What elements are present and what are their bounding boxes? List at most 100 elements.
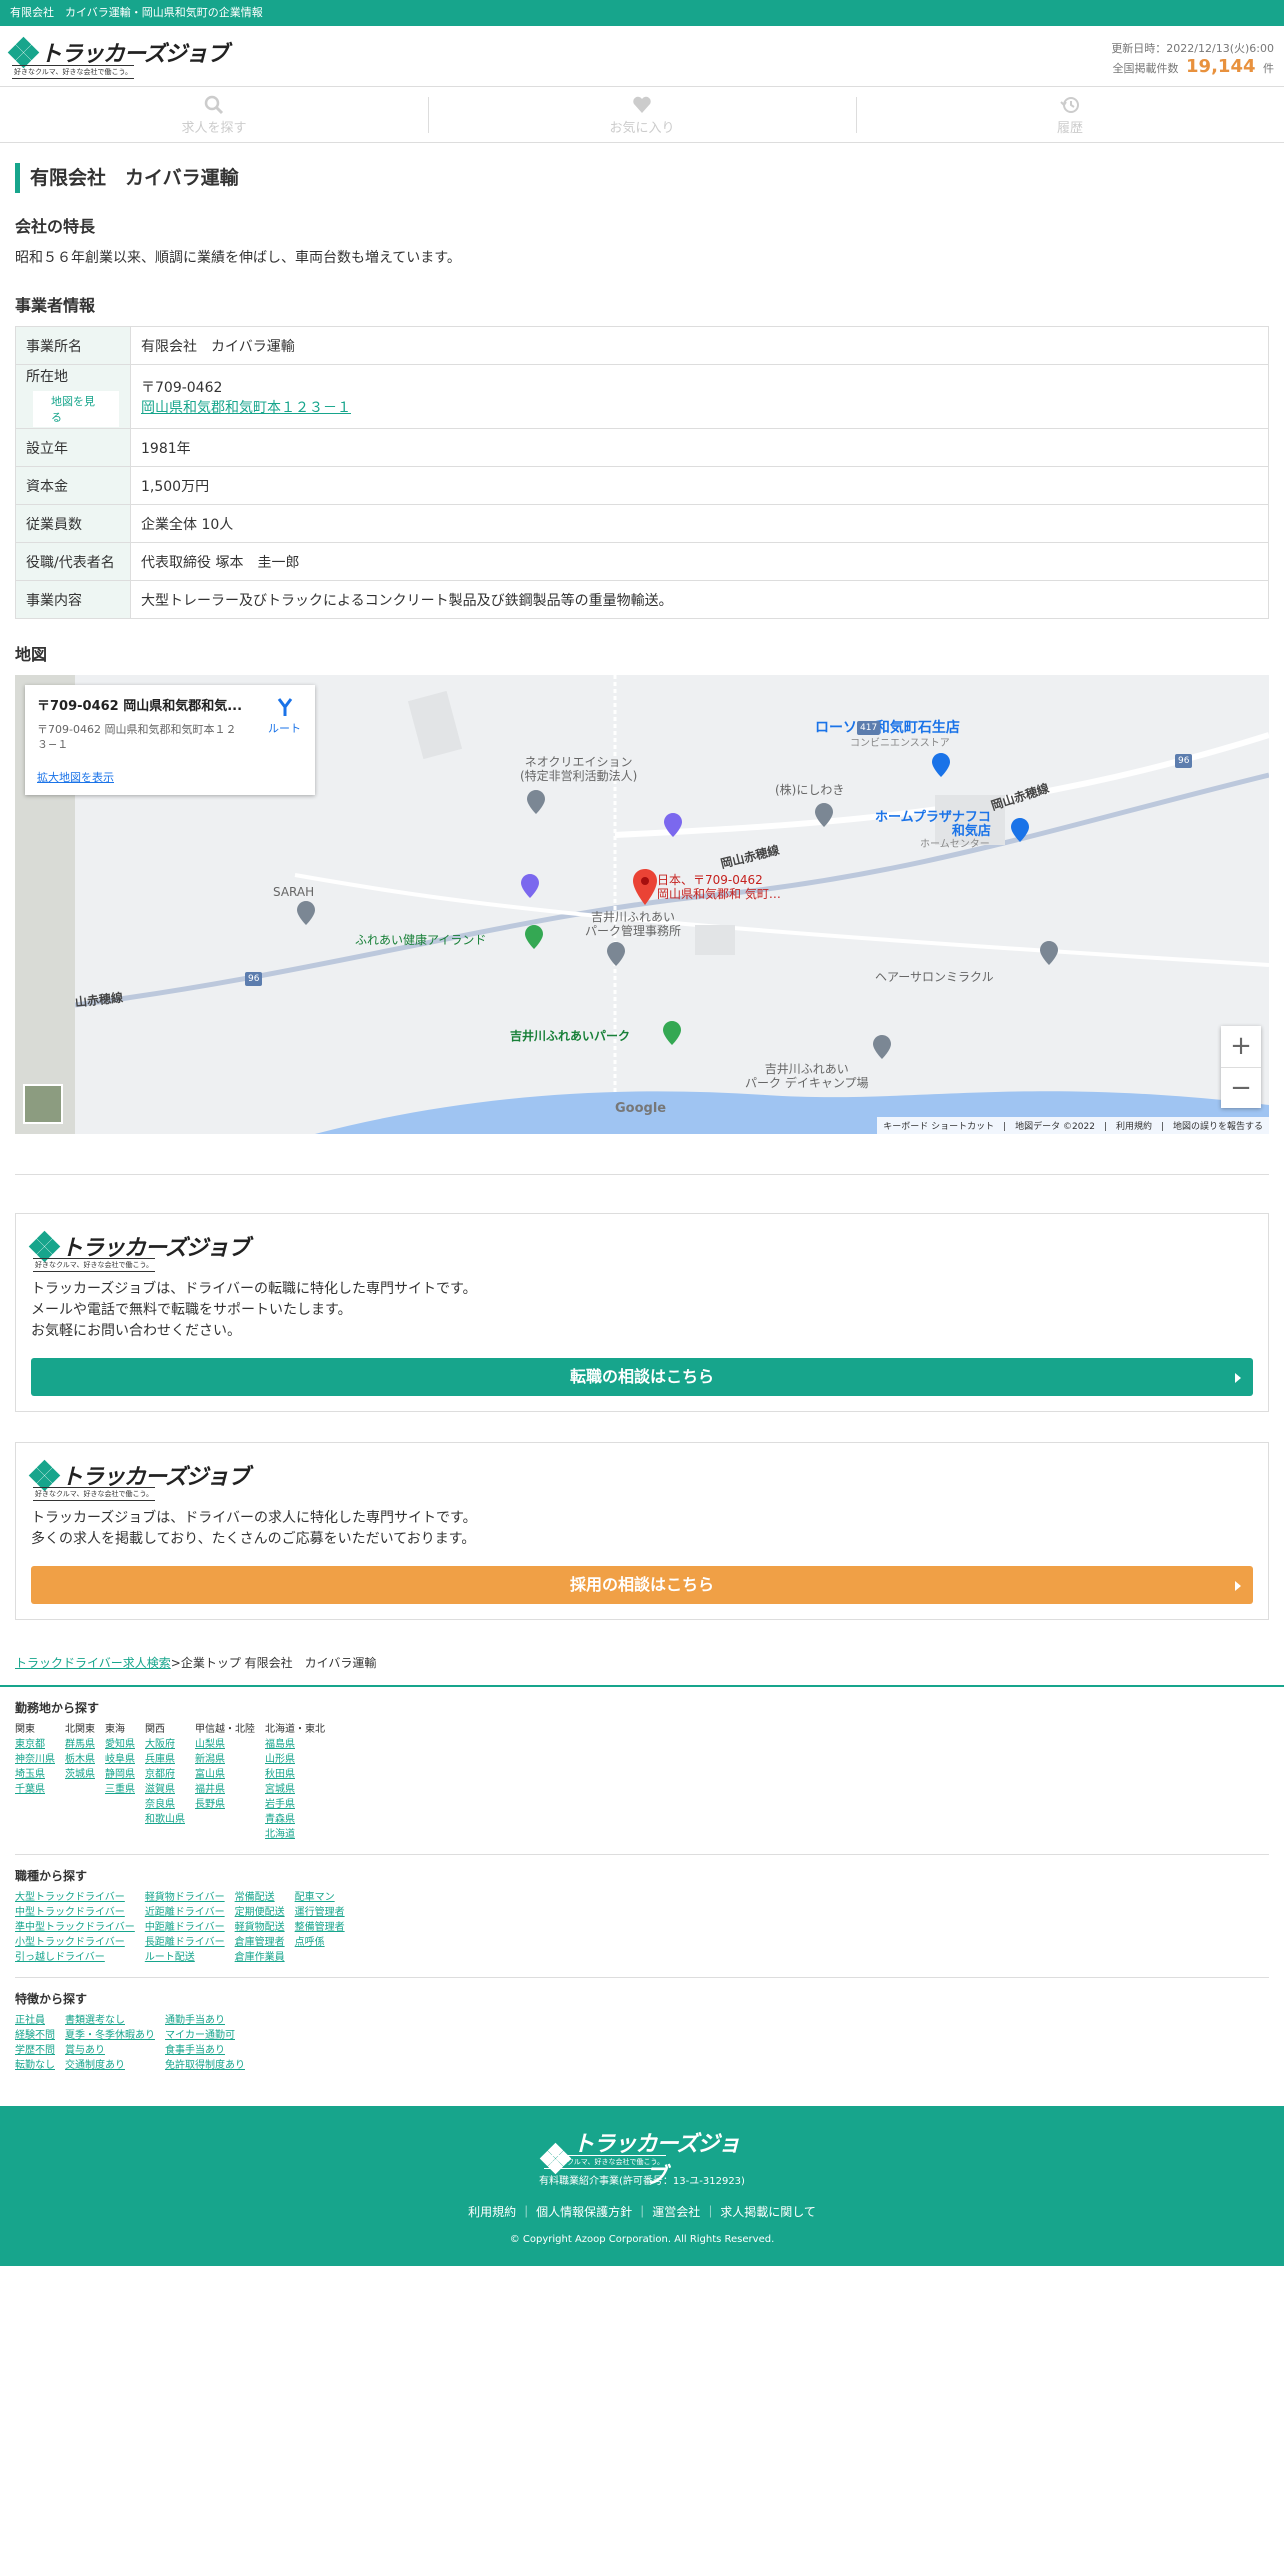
- sitemap-link[interactable]: 大阪府: [145, 1737, 185, 1752]
- zoom-out-button[interactable]: −: [1221, 1067, 1261, 1108]
- map-pin-label[interactable]: 日本、〒709-0462 岡山県和気郡和 気町…: [657, 873, 781, 901]
- sitemap-link[interactable]: 賞与あり: [65, 2043, 155, 2058]
- map-label-salon[interactable]: ヘアーサロンミラクル: [875, 970, 994, 984]
- sitemap-link[interactable]: 栃木県: [65, 1752, 95, 1767]
- sitemap-link[interactable]: 大型トラックドライバー: [15, 1890, 135, 1905]
- sitemap-link[interactable]: 中型トラックドライバー: [15, 1905, 135, 1920]
- sitemap-link[interactable]: 倉庫管理者: [235, 1935, 285, 1950]
- nav-search[interactable]: 求人を探す: [0, 87, 428, 142]
- place-marker-icon[interactable]: [527, 790, 545, 814]
- zoom-in-button[interactable]: +: [1221, 1026, 1261, 1067]
- sitemap-link[interactable]: 富山県: [195, 1767, 255, 1782]
- sitemap-link[interactable]: 中距離ドライバー: [145, 1920, 225, 1935]
- sitemap-link[interactable]: 福井県: [195, 1782, 255, 1797]
- nav-history[interactable]: 履歴: [856, 87, 1284, 142]
- nav-favorites[interactable]: お気に入り: [428, 87, 856, 142]
- map-label-nishiwaki[interactable]: (株)にしわき: [775, 783, 844, 797]
- map-label-fureai-island[interactable]: ふれあい健康アイランド: [355, 933, 486, 947]
- career-consult-button[interactable]: 転職の相談はこちら: [31, 1358, 1253, 1396]
- sitemap-link[interactable]: 茨城県: [65, 1767, 95, 1782]
- place-marker-icon[interactable]: [815, 803, 833, 827]
- footer-link-privacy[interactable]: 個人情報保護方針: [516, 2205, 632, 2219]
- map-label-fureai-mgmt[interactable]: 吉井川ふれあい パーク管理事務所: [585, 910, 681, 938]
- sitemap-link[interactable]: 山形県: [265, 1752, 325, 1767]
- site-logo[interactable]: トラッカーズジョブ 好きなクルマ、好きな会社で働こう。: [7, 36, 229, 79]
- sitemap-link[interactable]: 青森県: [265, 1812, 325, 1827]
- sitemap-link[interactable]: 正社員: [15, 2013, 55, 2028]
- place-marker-icon[interactable]: [1040, 941, 1058, 965]
- sitemap-link[interactable]: 交通制度あり: [65, 2058, 155, 2073]
- sitemap-link[interactable]: ルート配送: [145, 1950, 225, 1965]
- sitemap-link[interactable]: 経験不問: [15, 2028, 55, 2043]
- sitemap-link[interactable]: 北海道: [265, 1827, 325, 1842]
- sitemap-link[interactable]: 兵庫県: [145, 1752, 185, 1767]
- sitemap-link[interactable]: 点呼係: [295, 1935, 345, 1950]
- route-button[interactable]: ルート: [268, 697, 301, 736]
- sitemap-link[interactable]: 長野県: [195, 1797, 255, 1812]
- sitemap-link[interactable]: 転勤なし: [15, 2058, 55, 2073]
- sitemap-link[interactable]: 常備配送: [235, 1890, 285, 1905]
- sitemap-link[interactable]: 食事手当あり: [165, 2043, 245, 2058]
- sitemap-link[interactable]: 小型トラックドライバー: [15, 1935, 135, 1950]
- sitemap-link[interactable]: 愛知県: [105, 1737, 135, 1752]
- sitemap-link[interactable]: 引っ越しドライバー: [15, 1950, 135, 1965]
- sitemap-link[interactable]: 運行管理者: [295, 1905, 345, 1920]
- sitemap-link[interactable]: 長距離ドライバー: [145, 1935, 225, 1950]
- sitemap-link[interactable]: 神奈川県: [15, 1752, 55, 1767]
- sitemap-link[interactable]: 夏季・冬季休暇あり: [65, 2028, 155, 2043]
- sitemap-link[interactable]: 群馬県: [65, 1737, 95, 1752]
- sitemap-link[interactable]: 千葉県: [15, 1782, 55, 1797]
- place-marker-icon[interactable]: [873, 1035, 891, 1059]
- map-label-sarah[interactable]: SARAH: [273, 885, 314, 899]
- map-attribution[interactable]: キーボード ショートカット | 地図データ ©2022 | 利用規約 | 地図の…: [877, 1117, 1269, 1134]
- map-label-lawson[interactable]: ローソン 和気町石生店: [815, 721, 960, 735]
- sitemap-link[interactable]: 埼玉県: [15, 1767, 55, 1782]
- sitemap-link[interactable]: 京都府: [145, 1767, 185, 1782]
- sitemap-link[interactable]: 静岡県: [105, 1767, 135, 1782]
- sitemap-link[interactable]: 岐阜県: [105, 1752, 135, 1767]
- footer-link-terms[interactable]: 利用規約: [468, 2205, 516, 2219]
- sitemap-link[interactable]: 奈良県: [145, 1797, 185, 1812]
- sitemap-link[interactable]: 倉庫作業員: [235, 1950, 285, 1965]
- park-marker-icon[interactable]: [525, 925, 543, 949]
- place-marker-icon[interactable]: [297, 901, 315, 925]
- view-map-button[interactable]: 地図を見る: [32, 389, 120, 428]
- breadcrumb-home-link[interactable]: トラックドライバー求人検索: [15, 1656, 171, 1670]
- footer-link-company[interactable]: 運営会社: [632, 2205, 700, 2219]
- sitemap-link[interactable]: 秋田県: [265, 1767, 325, 1782]
- sitemap-link[interactable]: 軽貨物配送: [235, 1920, 285, 1935]
- park-marker-icon[interactable]: [663, 1021, 681, 1045]
- map-label-park[interactable]: 吉井川ふれあいパーク: [510, 1029, 630, 1043]
- footer-link-listing[interactable]: 求人掲載に関して: [700, 2205, 816, 2219]
- map-label-neo[interactable]: ネオクリエイション (特定非営利活動法人): [520, 755, 637, 783]
- gas-station-marker-icon[interactable]: [521, 874, 539, 898]
- sitemap-link[interactable]: 配車マン: [295, 1890, 345, 1905]
- sitemap-link[interactable]: 和歌山県: [145, 1812, 185, 1827]
- sitemap-link[interactable]: 宮城県: [265, 1782, 325, 1797]
- sitemap-link[interactable]: 通勤手当あり: [165, 2013, 245, 2028]
- footer-logo[interactable]: トラッカーズジョブ 好きなクルマ、好きな会社で働こう。: [539, 2126, 742, 2190]
- sitemap-link[interactable]: 整備管理者: [295, 1920, 345, 1935]
- recruit-consult-button[interactable]: 採用の相談はこちら: [31, 1566, 1253, 1604]
- embedded-map[interactable]: ネオクリエイション (特定非営利活動法人) (株)にしわき ローソン 和気町石生…: [15, 675, 1269, 1134]
- sitemap-link[interactable]: マイカー通勤可: [165, 2028, 245, 2043]
- sitemap-link[interactable]: 岩手県: [265, 1797, 325, 1812]
- sitemap-link[interactable]: 新潟県: [195, 1752, 255, 1767]
- sitemap-link[interactable]: 学歴不問: [15, 2043, 55, 2058]
- sitemap-link[interactable]: 三重県: [105, 1782, 135, 1797]
- location-pin-icon[interactable]: [633, 869, 657, 905]
- map-label-homeplaza[interactable]: ホームプラザナフコ 和気店: [875, 811, 991, 839]
- store-marker-icon[interactable]: [1011, 818, 1029, 842]
- sitemap-link[interactable]: 準中型トラックドライバー: [15, 1920, 135, 1935]
- sitemap-link[interactable]: 軽貨物ドライバー: [145, 1890, 225, 1905]
- sitemap-link[interactable]: 東京都: [15, 1737, 55, 1752]
- sitemap-link[interactable]: 福島県: [265, 1737, 325, 1752]
- sitemap-link[interactable]: 近距離ドライバー: [145, 1905, 225, 1920]
- address-link[interactable]: 岡山県和気郡和気町本１２３－１: [141, 400, 351, 416]
- sitemap-link[interactable]: 定期便配送: [235, 1905, 285, 1920]
- place-marker-icon[interactable]: [607, 942, 625, 966]
- sitemap-link[interactable]: 滋賀県: [145, 1782, 185, 1797]
- view-larger-map-link[interactable]: 拡大地図を表示: [37, 769, 114, 785]
- sitemap-link[interactable]: 山梨県: [195, 1737, 255, 1752]
- sitemap-link[interactable]: 免許取得制度あり: [165, 2058, 245, 2073]
